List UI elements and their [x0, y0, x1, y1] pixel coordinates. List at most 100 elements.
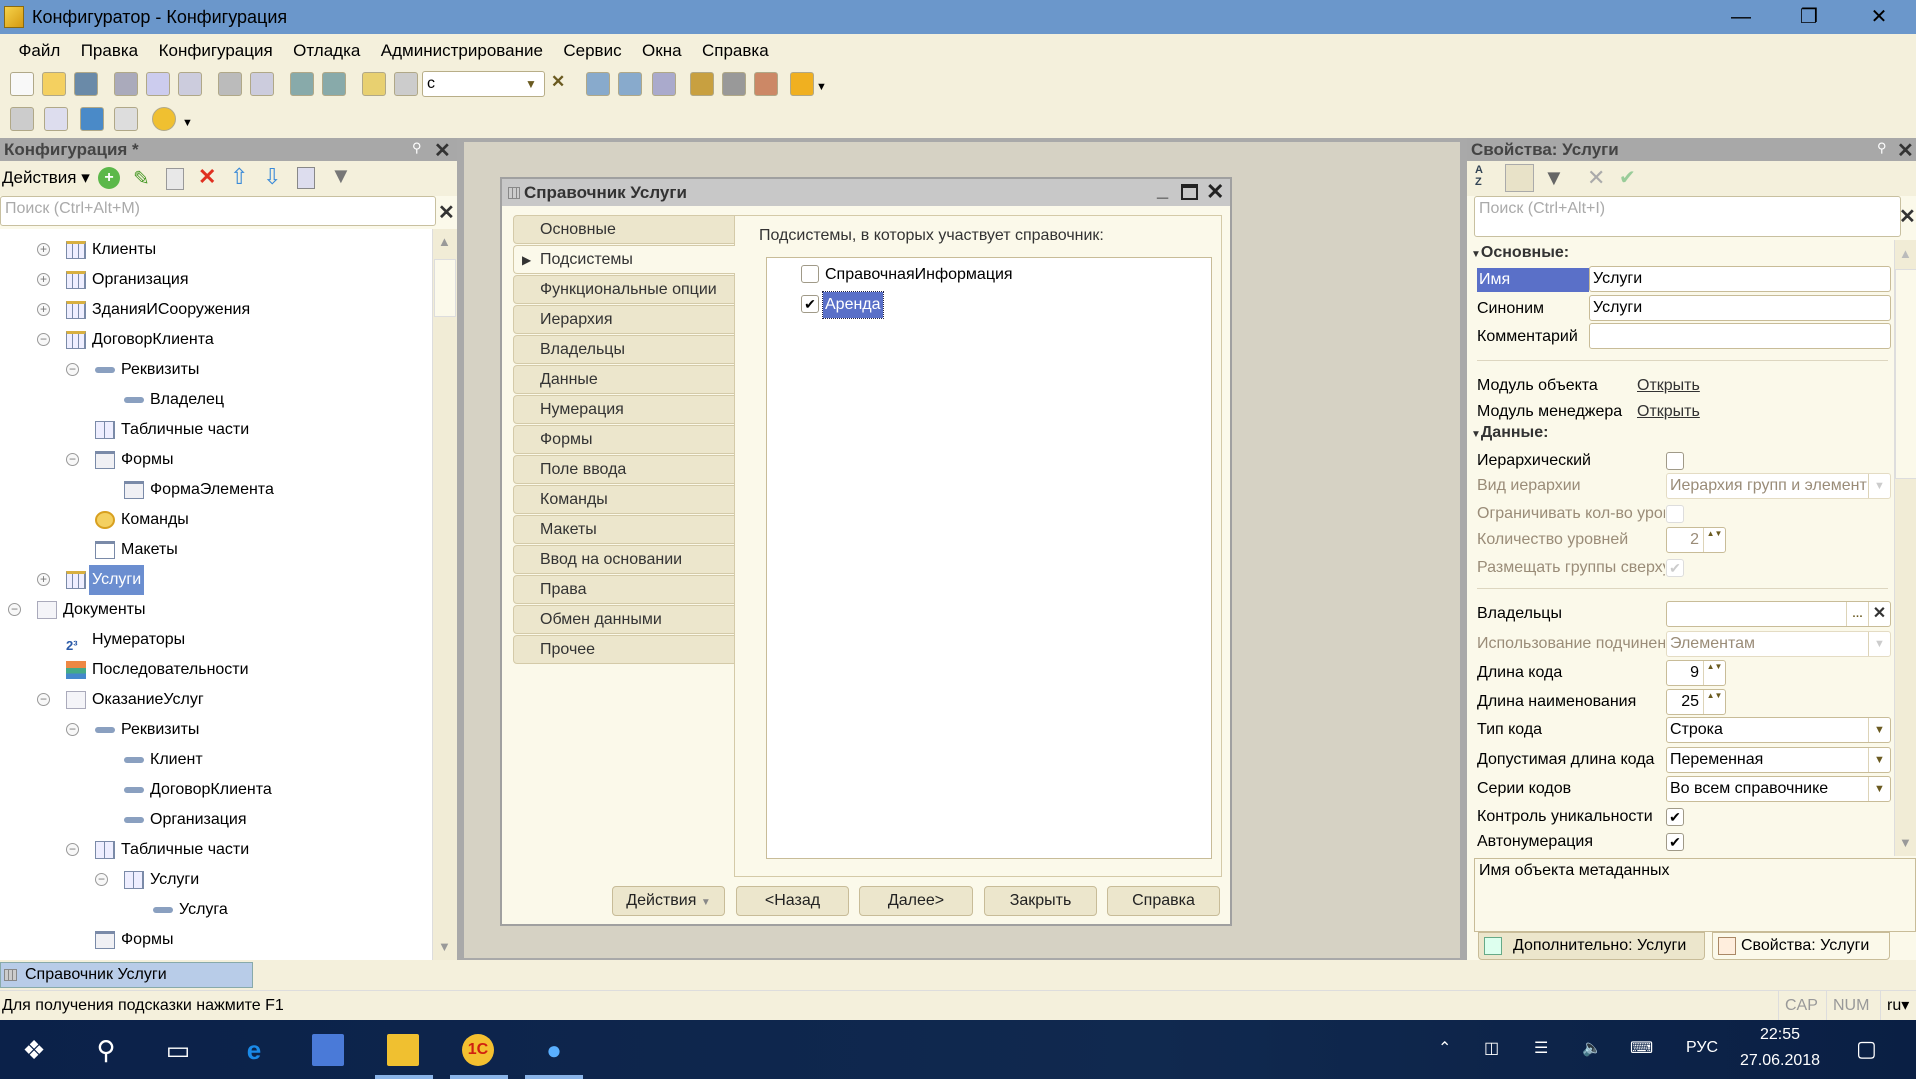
properties-close-icon[interactable]: ✕	[1897, 138, 1914, 163]
copy-icon[interactable]	[146, 72, 170, 96]
property-checkbox[interactable]: ✔	[1666, 808, 1684, 826]
property-open-link[interactable]: Открыть	[1637, 374, 1700, 398]
tree-item[interactable]: + Клиенты	[0, 235, 432, 265]
spin-arrows-icon[interactable]: ▲▼	[1703, 690, 1725, 714]
scroll-thumb[interactable]	[434, 259, 456, 317]
dialog-tab[interactable]: Иерархия	[513, 305, 735, 334]
config-search-input[interactable]: Поиск (Ctrl+Alt+M)	[0, 196, 436, 226]
clock-date[interactable]: 27.06.2018	[1740, 1052, 1820, 1070]
tree-item[interactable]: Табличные части	[0, 415, 432, 445]
tab-additional[interactable]: Дополнительно: Услуги	[1478, 932, 1705, 960]
expand-icon[interactable]: +	[37, 303, 50, 316]
search-clear-icon[interactable]: ✕	[551, 72, 565, 92]
info-icon[interactable]	[790, 72, 814, 96]
windows-icon[interactable]	[652, 72, 676, 96]
language-indicator[interactable]: ru▾	[1880, 991, 1909, 1021]
minimize-button[interactable]: —	[1712, 0, 1770, 34]
user-guide-icon[interactable]	[754, 72, 778, 96]
help-button[interactable]: Справка	[1107, 886, 1220, 916]
dialog-close-button[interactable]: ✕	[1206, 179, 1224, 205]
move-up-icon[interactable]: ⇧	[230, 164, 248, 190]
find-icon[interactable]	[362, 72, 386, 96]
property-open-link[interactable]: Открыть	[1637, 400, 1700, 424]
pin-icon[interactable]: ⚲	[412, 140, 422, 156]
run-debug-icon[interactable]	[152, 107, 176, 131]
sort-icon[interactable]	[297, 167, 315, 189]
delete-icon[interactable]: ✕	[198, 164, 216, 190]
tree-item[interactable]: − Услуги	[0, 865, 432, 895]
search-dropdown-icon[interactable]: ▼	[525, 72, 537, 96]
dialog-tab[interactable]: Основные	[513, 215, 735, 244]
menu-edit[interactable]: Правка	[73, 34, 146, 67]
menu-windows[interactable]: Окна	[634, 34, 690, 67]
collapse-icon[interactable]: −	[66, 453, 79, 466]
cancel-icon[interactable]: ✕	[1587, 165, 1605, 191]
save-icon[interactable]	[74, 72, 98, 96]
move-down-icon[interactable]: ⇩	[263, 164, 281, 190]
expand-icon[interactable]: +	[37, 273, 50, 286]
property-select[interactable]: Строка ▼	[1666, 717, 1891, 743]
find-prev-icon[interactable]	[618, 72, 642, 96]
scroll-up-icon[interactable]: ▲	[438, 234, 451, 249]
tree-item[interactable]: Формы	[0, 925, 432, 955]
subsystem-checkbox[interactable]: ✔	[801, 295, 819, 313]
property-checkbox[interactable]	[1666, 452, 1684, 470]
tree-item[interactable]: 2³ Нумераторы	[0, 625, 432, 655]
categories-icon[interactable]	[1505, 164, 1534, 192]
section-toggle-icon[interactable]: ▼	[1471, 249, 1481, 260]
wifi-icon[interactable]: ☰	[1534, 1038, 1548, 1058]
properties-search-input[interactable]: Поиск (Ctrl+Alt+I)	[1474, 196, 1901, 237]
section-toggle-icon[interactable]: ▼	[1471, 429, 1481, 440]
dialog-tab[interactable]: Обмен данными	[513, 605, 735, 634]
dialog-tab[interactable]: Поле ввода	[513, 455, 735, 484]
sort-alpha-icon[interactable]: AZ	[1475, 164, 1483, 188]
tree-item[interactable]: Организация	[0, 805, 432, 835]
tree-item[interactable]: − Реквизиты	[0, 355, 432, 385]
collapse-icon[interactable]: −	[37, 693, 50, 706]
cut-icon[interactable]	[114, 72, 138, 96]
search-icon[interactable]: ⚲	[90, 1034, 122, 1066]
database-update-icon[interactable]	[80, 107, 104, 131]
edge-browser-icon[interactable]: e	[238, 1034, 270, 1066]
add-icon[interactable]: +	[98, 167, 120, 189]
find-next-icon[interactable]	[586, 72, 610, 96]
expand-icon[interactable]: +	[37, 573, 50, 586]
collapse-icon[interactable]: −	[66, 723, 79, 736]
filter-icon[interactable]: ▼	[330, 163, 352, 189]
dialog-tab[interactable]: Ввод на основании	[513, 545, 735, 574]
edit-icon[interactable]: ✎	[133, 166, 150, 191]
restore-button[interactable]: ❐	[1780, 0, 1838, 34]
properties-search-clear-icon[interactable]: ✕	[1899, 204, 1916, 229]
collapse-icon[interactable]: −	[8, 603, 21, 616]
tab-properties[interactable]: Свойства: Услуги	[1712, 932, 1890, 960]
dialog-tab[interactable]: Владельцы	[513, 335, 735, 364]
expand-icon[interactable]: +	[37, 243, 50, 256]
property-section[interactable]: ▼Данные:	[1471, 424, 1548, 442]
menu-service[interactable]: Сервис	[555, 34, 629, 67]
tree-item[interactable]: − ОказаниеУслуг	[0, 685, 432, 715]
file-explorer-icon[interactable]	[387, 1034, 419, 1066]
config-search-clear-icon[interactable]: ✕	[438, 200, 455, 225]
property-value-input[interactable]: Услуги	[1589, 266, 1891, 292]
run-more-icon[interactable]: ▼	[182, 117, 193, 129]
collapse-icon[interactable]: −	[37, 333, 50, 346]
tree-item[interactable]: − Формы	[0, 445, 432, 475]
filter-properties-icon[interactable]: ▼	[1543, 165, 1565, 191]
tree-item[interactable]: − Реквизиты	[0, 715, 432, 745]
dialog-tab[interactable]: Макеты	[513, 515, 735, 544]
properties-scroll-thumb[interactable]	[1895, 269, 1916, 479]
input-language[interactable]: РУС	[1686, 1039, 1718, 1057]
notifications-icon[interactable]: ▢	[1856, 1036, 1877, 1062]
actions-menu-button[interactable]: Действия ▾	[2, 168, 90, 188]
dialog-tab[interactable]: Формы	[513, 425, 735, 454]
compare-icon[interactable]	[44, 107, 68, 131]
collapse-icon[interactable]: −	[66, 843, 79, 856]
tree-item[interactable]: − Табличные части	[0, 835, 432, 865]
dialog-tab[interactable]: Прочее	[513, 635, 735, 664]
dialog-tab[interactable]: ▶ Подсистемы	[513, 245, 735, 274]
syntax-helper-icon[interactable]	[690, 72, 714, 96]
window-tab-catalog[interactable]: Справочник Услуги	[0, 962, 253, 988]
app-icon[interactable]: ●	[538, 1034, 570, 1066]
dialog-minimize-button[interactable]: _	[1157, 179, 1168, 202]
dropdown-arrow-icon[interactable]: ▼	[1868, 777, 1890, 801]
